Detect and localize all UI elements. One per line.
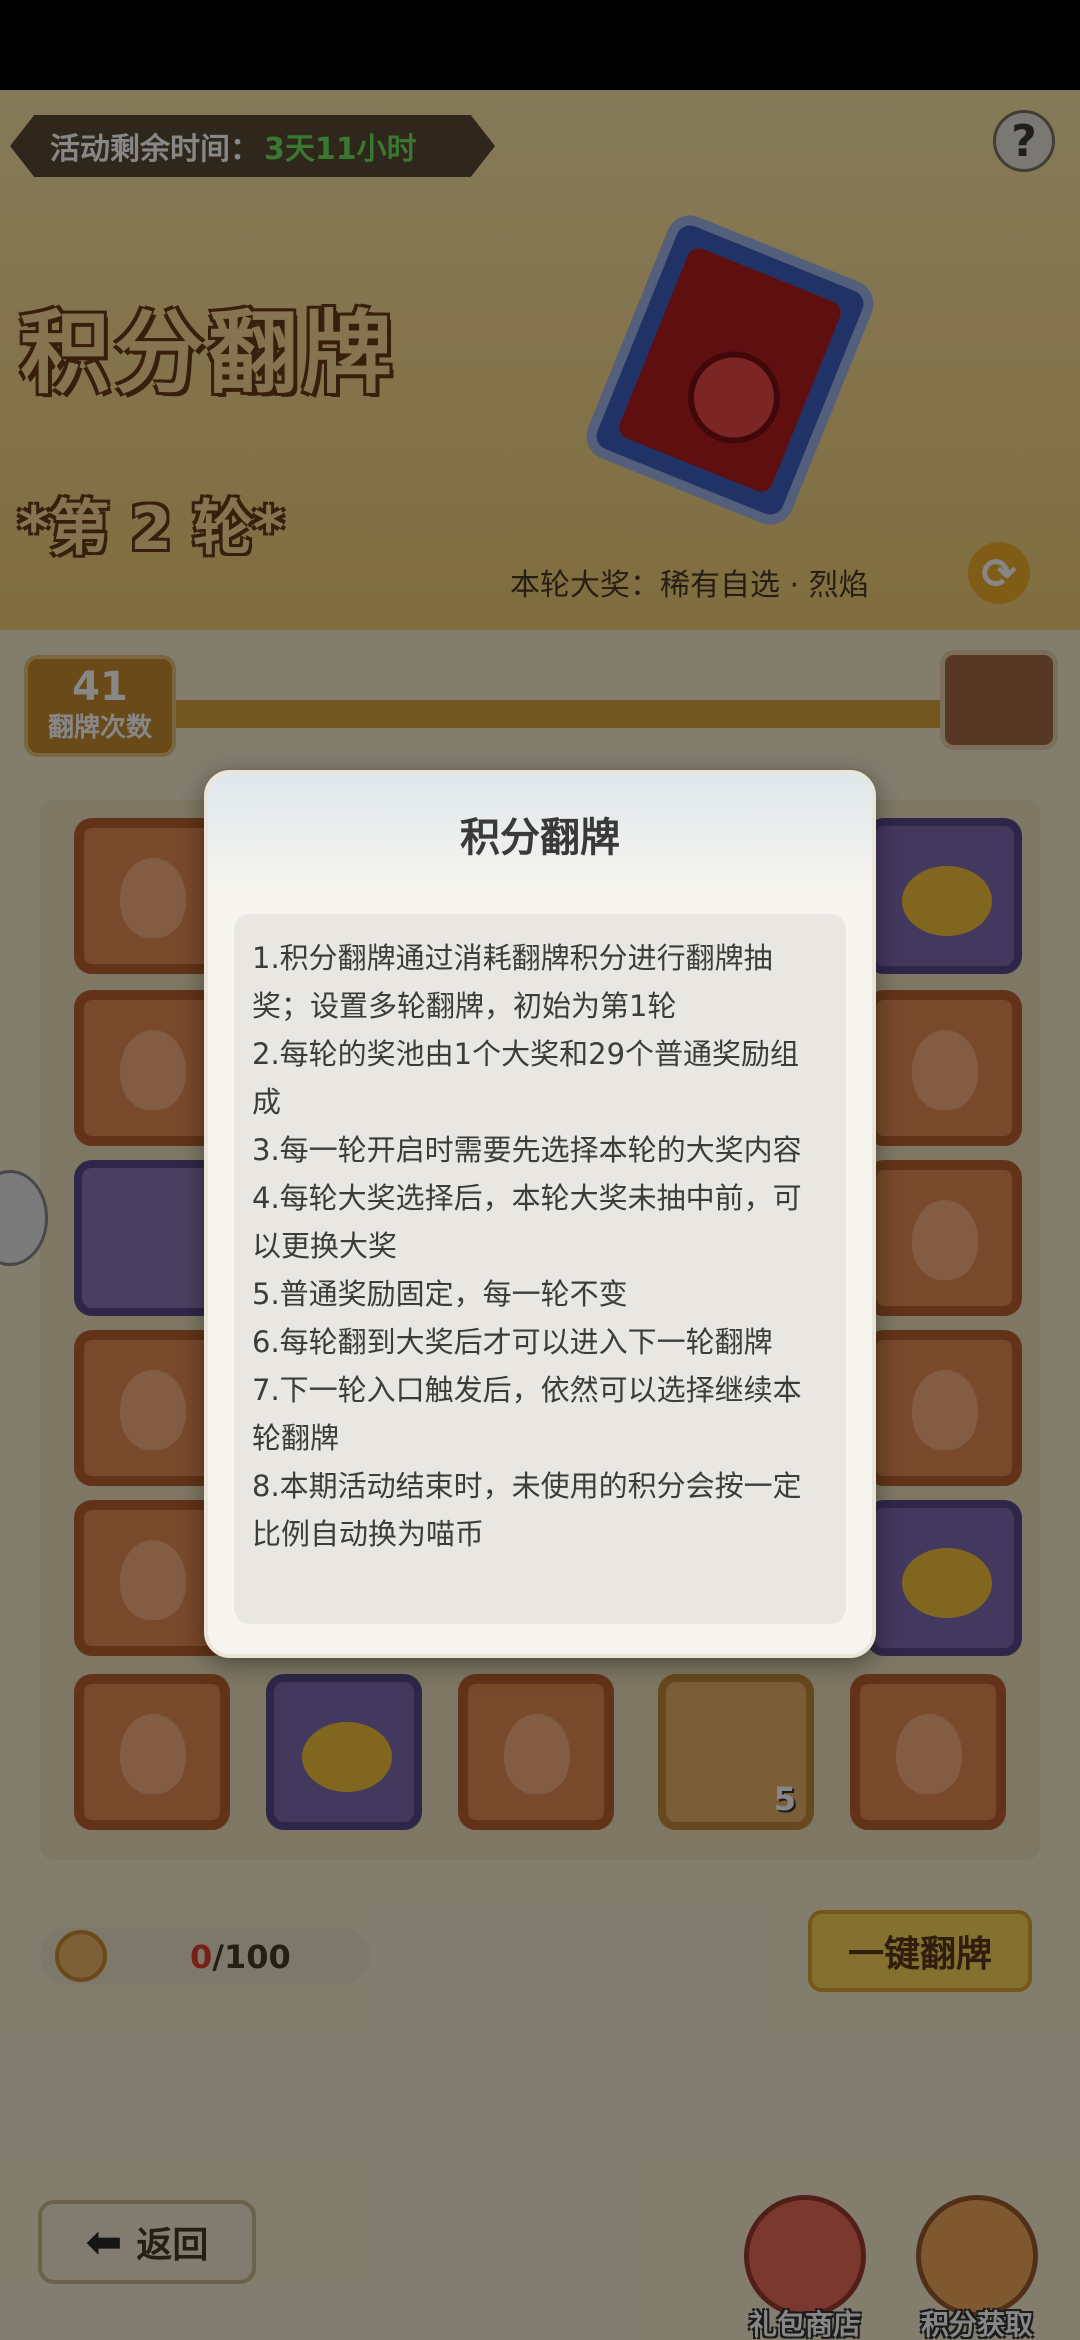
app-screen: 活动剩余时间： 3天11小时 ? 积分翻牌 *第 2 轮* 本轮大奖：稀有自选 … xyxy=(0,90,1080,2340)
rule-item: 1.积分翻牌通过消耗翻牌积分进行翻牌抽奖；设置多轮翻牌，初始为第1轮 xyxy=(252,941,773,1023)
rule-item: 2.每轮的奖池由1个大奖和29个普通奖励组成 xyxy=(252,1037,800,1119)
dialog-body: 1.积分翻牌通过消耗翻牌积分进行翻牌抽奖；设置多轮翻牌，初始为第1轮 2.每轮的… xyxy=(234,914,846,1624)
rule-item: 7.下一轮入口触发后，依然可以选择继续本轮翻牌 xyxy=(252,1373,802,1455)
dialog-title: 积分翻牌 xyxy=(208,774,872,894)
rule-item: 8.本期活动结束时，未使用的积分会按一定比例自动换为喵币 xyxy=(252,1469,802,1551)
rules-dialog: 积分翻牌 1.积分翻牌通过消耗翻牌积分进行翻牌抽奖；设置多轮翻牌，初始为第1轮 … xyxy=(204,770,876,1658)
rule-item: 6.每轮翻到大奖后才可以进入下一轮翻牌 xyxy=(252,1325,773,1359)
rule-item: 3.每一轮开启时需要先选择本轮的大奖内容 xyxy=(252,1133,802,1167)
rules-list: 1.积分翻牌通过消耗翻牌积分进行翻牌抽奖；设置多轮翻牌，初始为第1轮 2.每轮的… xyxy=(252,934,828,1558)
rule-item: 5.普通奖励固定，每一轮不变 xyxy=(252,1277,628,1311)
rule-item: 4.每轮大奖选择后，本轮大奖未抽中前，可以更换大奖 xyxy=(252,1181,802,1263)
status-bar xyxy=(0,0,1080,90)
